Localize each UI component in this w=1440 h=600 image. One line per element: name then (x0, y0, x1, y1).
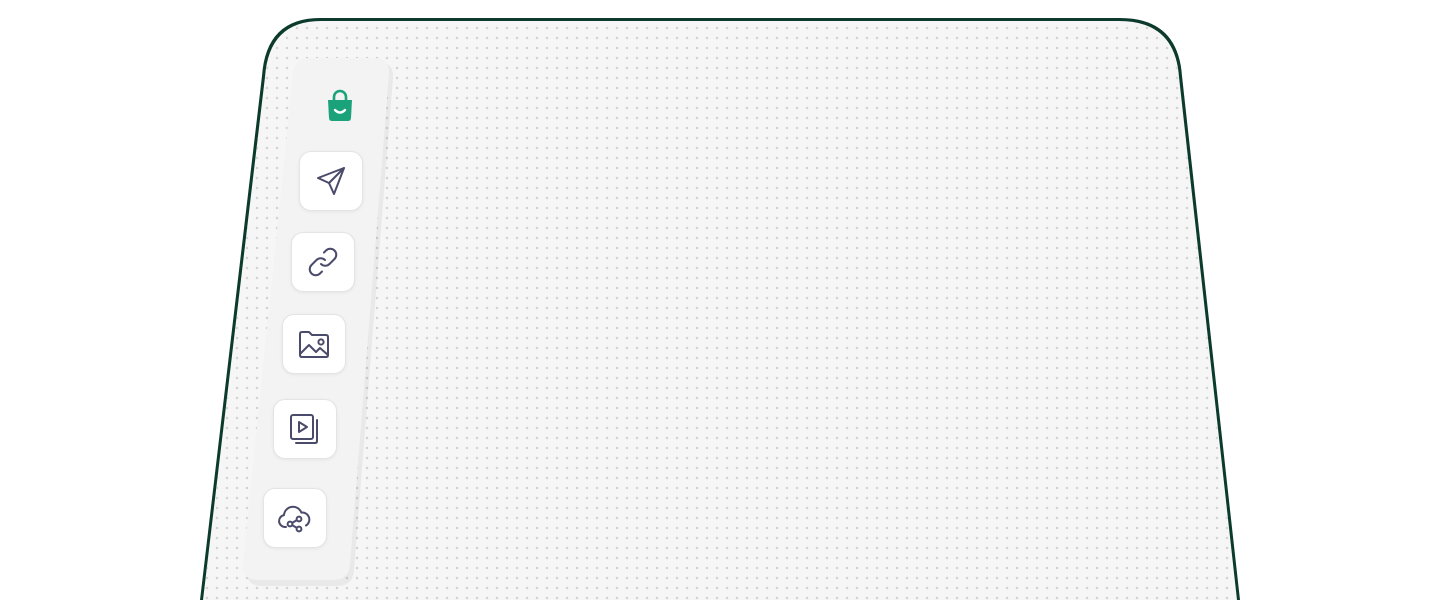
cloud-share-tool-button[interactable] (263, 488, 327, 548)
canvas-board[interactable] (0, 0, 1440, 600)
send-tool-button[interactable] (299, 151, 363, 211)
image-folder-icon (299, 331, 329, 358)
link-icon (308, 247, 338, 277)
paper-plane-icon (317, 167, 345, 195)
app-stage (0, 0, 1440, 600)
image-tool-button[interactable] (282, 314, 346, 374)
video-tool-button[interactable] (273, 399, 337, 459)
link-tool-button[interactable] (291, 232, 355, 292)
video-gallery-icon (290, 414, 318, 444)
shopping-bag-icon[interactable] (322, 88, 358, 124)
cloud-share-icon (278, 505, 311, 533)
